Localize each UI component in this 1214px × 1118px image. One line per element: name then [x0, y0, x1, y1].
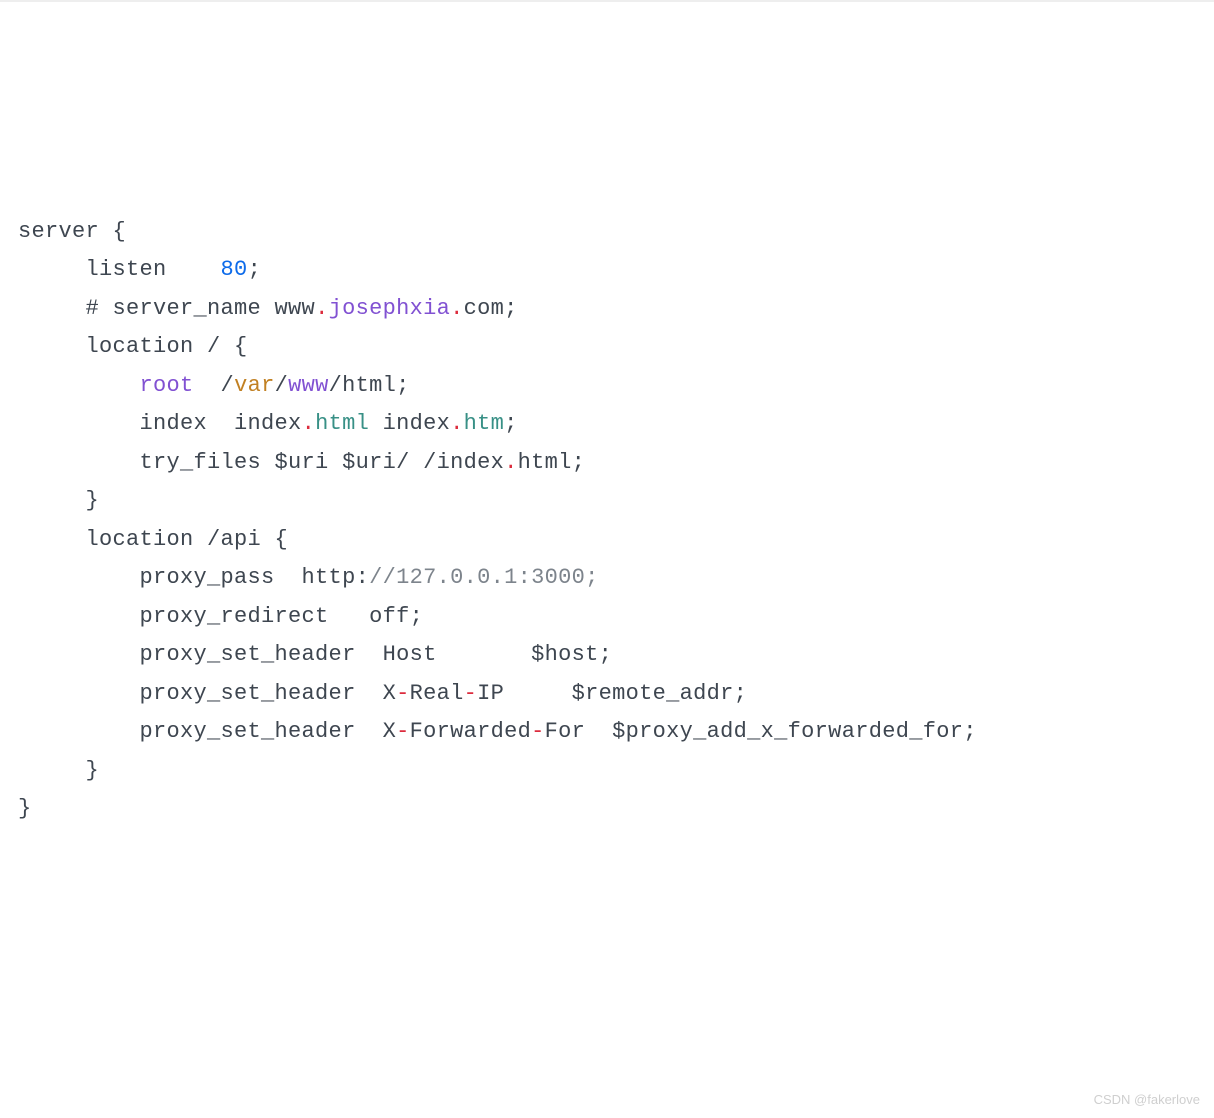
token: root: [140, 373, 194, 398]
token: html;: [518, 450, 586, 475]
watermark: CSDN @fakerlove: [1094, 1089, 1200, 1112]
code-line-4: location / {: [18, 328, 1196, 367]
token: }: [86, 488, 100, 513]
token: index index: [140, 411, 302, 436]
token: www: [288, 373, 329, 398]
token: listen: [86, 257, 221, 282]
token: proxy_set_header Host $host;: [140, 642, 613, 667]
token: proxy_set_header X: [140, 719, 397, 744]
token: For $proxy_add_x_forwarded_for;: [545, 719, 977, 744]
token: server {: [18, 219, 126, 244]
code-line-12: proxy_set_header Host $host;: [18, 636, 1196, 675]
token: proxy_set_header X: [140, 681, 397, 706]
token: # server_name www: [86, 296, 316, 321]
token: .: [315, 296, 329, 321]
token: location /api {: [86, 527, 289, 552]
code-line-2: listen 80;: [18, 251, 1196, 290]
code-line-11: proxy_redirect off;: [18, 598, 1196, 637]
code-line-1: server {: [18, 213, 1196, 252]
code-line-15: }: [18, 752, 1196, 791]
token: //127.0.0.1:3000;: [369, 565, 599, 590]
token: josephxia: [329, 296, 451, 321]
token: IP $remote_addr;: [477, 681, 747, 706]
token: /html;: [329, 373, 410, 398]
token: /: [275, 373, 289, 398]
token: html: [315, 411, 369, 436]
token: Forwarded: [410, 719, 532, 744]
code-line-10: proxy_pass http://127.0.0.1:3000;: [18, 559, 1196, 598]
token: }: [86, 758, 100, 783]
code-line-14: proxy_set_header X-Forwarded-For $proxy_…: [18, 713, 1196, 752]
code-block: server { listen 80; # server_name www.jo…: [18, 213, 1196, 829]
token: -: [531, 719, 545, 744]
token: proxy_redirect off;: [140, 604, 424, 629]
top-border: [0, 0, 1214, 2]
token: Real: [410, 681, 464, 706]
token: -: [464, 681, 478, 706]
token: try_files $uri $uri/ /index: [140, 450, 505, 475]
token: var: [234, 373, 275, 398]
code-line-13: proxy_set_header X-Real-IP $remote_addr;: [18, 675, 1196, 714]
token: 80: [221, 257, 248, 282]
token: -: [396, 719, 410, 744]
token: location / {: [86, 334, 248, 359]
code-line-16: }: [18, 790, 1196, 829]
code-line-9: location /api {: [18, 521, 1196, 560]
token: com;: [464, 296, 518, 321]
code-line-7: try_files $uri $uri/ /index.html;: [18, 444, 1196, 483]
token: .: [302, 411, 316, 436]
token: ;: [248, 257, 262, 282]
token: -: [396, 681, 410, 706]
token: .: [504, 450, 518, 475]
code-line-5: root /var/www/html;: [18, 367, 1196, 406]
token: .: [450, 296, 464, 321]
code-line-6: index index.html index.htm;: [18, 405, 1196, 444]
token: }: [18, 796, 32, 821]
token: /: [194, 373, 235, 398]
token: ;: [504, 411, 518, 436]
token: index: [369, 411, 450, 436]
token: htm: [464, 411, 505, 436]
token: proxy_pass http:: [140, 565, 370, 590]
code-line-3: # server_name www.josephxia.com;: [18, 290, 1196, 329]
token: .: [450, 411, 464, 436]
code-line-8: }: [18, 482, 1196, 521]
